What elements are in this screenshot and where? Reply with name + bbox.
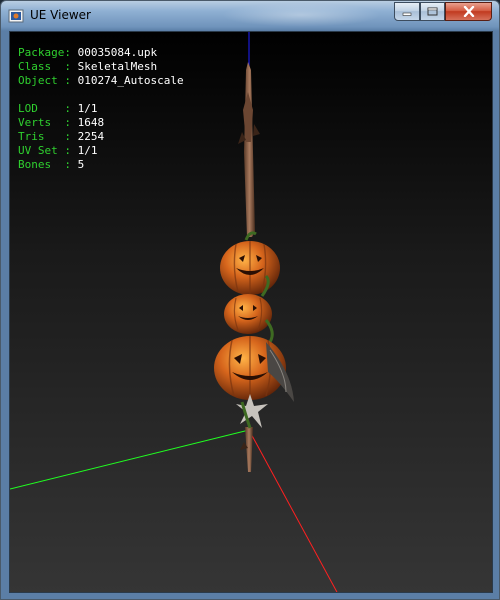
info-value: 1648 bbox=[77, 116, 105, 129]
info-value: 1/1 bbox=[77, 102, 98, 115]
info-row-class: Class : SkeletalMesh bbox=[18, 60, 184, 74]
close-button[interactable] bbox=[445, 2, 492, 21]
mesh-info-panel: Package: 00035084.upk Class : SkeletalMe… bbox=[18, 46, 184, 172]
info-value: 010274_Autoscale bbox=[77, 74, 184, 87]
info-value: 2254 bbox=[77, 130, 105, 143]
maximize-button[interactable] bbox=[420, 2, 445, 21]
title-bar[interactable]: UE Viewer bbox=[1, 1, 499, 31]
info-row-package: Package: 00035084.upk bbox=[18, 46, 184, 60]
info-label: Object : bbox=[18, 74, 71, 87]
info-value: 5 bbox=[77, 158, 85, 171]
window-title: UE Viewer bbox=[30, 8, 91, 22]
info-value: 00035084.upk bbox=[77, 46, 158, 59]
3d-viewport[interactable]: Package: 00035084.upk Class : SkeletalMe… bbox=[9, 31, 493, 593]
info-label: UV Set : bbox=[18, 144, 71, 157]
info-label: Tris : bbox=[18, 130, 71, 143]
info-row-tris: Tris : 2254 bbox=[18, 130, 184, 144]
info-value: 1/1 bbox=[77, 144, 98, 157]
minimize-button[interactable] bbox=[394, 2, 420, 21]
minimize-icon bbox=[402, 12, 412, 16]
info-row-verts: Verts : 1648 bbox=[18, 116, 184, 130]
info-value: SkeletalMesh bbox=[77, 60, 158, 73]
app-window: UE Viewer Package: 00035084.upk Class: … bbox=[0, 0, 500, 600]
info-label: LOD : bbox=[18, 102, 71, 115]
axis-x-line bbox=[248, 429, 338, 592]
info-row-object: Object : 010274_Autoscale bbox=[18, 74, 184, 88]
close-icon bbox=[463, 6, 474, 17]
ue-viewer-app-icon bbox=[8, 9, 24, 23]
pumpkin-bottom bbox=[214, 336, 294, 402]
axis-y-line bbox=[10, 429, 250, 490]
info-row-uvset: UV Set : 1/1 bbox=[18, 144, 184, 158]
info-row-bones: Bones : 5 bbox=[18, 158, 184, 172]
pumpkin-top bbox=[220, 231, 280, 295]
titlebar-glow bbox=[221, 3, 381, 27]
info-label: Verts : bbox=[18, 116, 71, 129]
info-label: Class : bbox=[18, 60, 71, 73]
maximize-icon bbox=[427, 7, 438, 16]
info-row-lod: LOD : 1/1 bbox=[18, 102, 184, 116]
info-label: Package: bbox=[18, 46, 71, 59]
info-label: Bones : bbox=[18, 158, 71, 171]
